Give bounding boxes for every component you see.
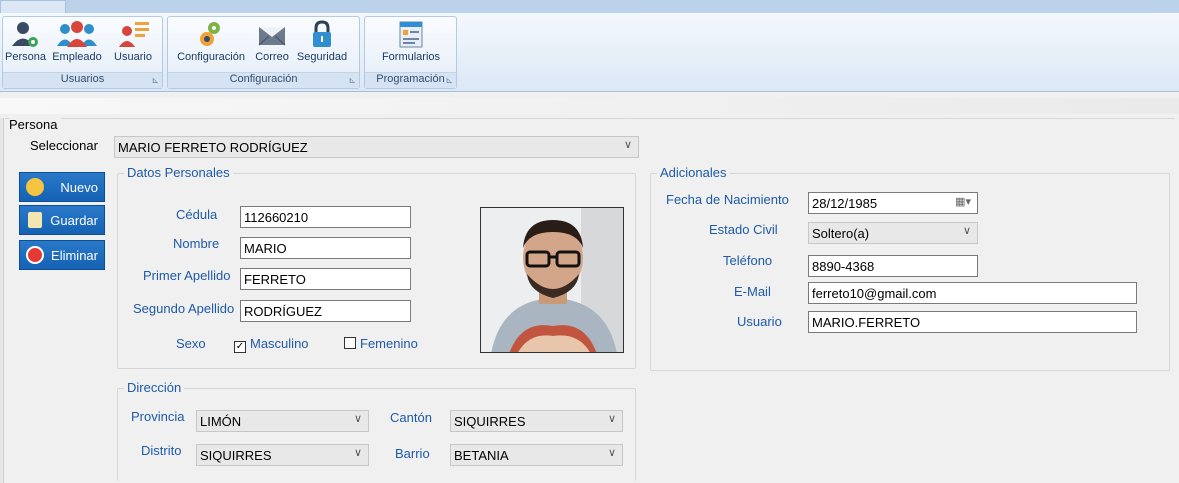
empleado-icon xyxy=(57,21,97,47)
guardar-button-label: Guardar xyxy=(50,213,98,228)
segundo-apellido-field[interactable]: RODRÍGUEZ xyxy=(240,300,411,322)
ribbon-group-title: Usuarios xyxy=(60,73,105,85)
sexo-label: Sexo xyxy=(176,336,206,351)
ribbon-tab-strip xyxy=(0,0,1179,14)
envelope-icon xyxy=(258,27,286,46)
estado-civil-value: Soltero(a) xyxy=(812,226,870,241)
nuevo-button[interactable]: Nuevo xyxy=(19,172,105,202)
gears-icon xyxy=(200,22,220,46)
ribbon-group-programacion: Formularios Programación ⊾ xyxy=(364,16,457,89)
form-icon xyxy=(399,21,423,48)
dialog-launcher-icon[interactable]: ⊾ xyxy=(151,75,159,86)
clipboard-icon xyxy=(28,212,42,228)
toolbar-strip xyxy=(0,98,1179,114)
usuario-icon xyxy=(119,22,149,47)
ribbon: Persona Empleado Usuario Usuarios ⊾ Conf… xyxy=(0,13,1179,92)
usuario-label: Usuario xyxy=(737,314,782,329)
femenino-label: Femenino xyxy=(360,336,418,351)
primer-apellido-label: Primer Apellido xyxy=(143,268,231,283)
ribbon-tab-active[interactable] xyxy=(0,0,66,14)
persona-select[interactable]: MARIO FERRETO RODRÍGUEZ ∨ xyxy=(114,136,639,158)
persona-ribbon-button[interactable]: Persona xyxy=(5,19,46,71)
estado-civil-select[interactable]: Soltero(a) ∨ xyxy=(808,222,978,244)
nombre-field[interactable]: MARIO xyxy=(240,237,411,259)
email-label: E-Mail xyxy=(734,284,771,299)
adicionales-legend: Adicionales xyxy=(657,165,730,180)
correo-ribbon-button[interactable]: Correo xyxy=(252,19,292,71)
distrito-select[interactable]: SIQUIRRES ∨ xyxy=(196,444,369,466)
datos-personales-legend: Datos Personales xyxy=(124,165,233,180)
eliminar-button[interactable]: Eliminar xyxy=(19,240,105,270)
configuracion-ribbon-button[interactable]: Configuración xyxy=(174,19,248,71)
provincia-value: LIMÓN xyxy=(200,414,242,429)
cedula-label: Cédula xyxy=(176,207,218,222)
guardar-button[interactable]: Guardar xyxy=(19,205,105,235)
chevron-down-icon: ∨ xyxy=(623,139,632,151)
dialog-launcher-icon[interactable]: ⊾ xyxy=(445,75,453,86)
fecha-nacimiento-picker[interactable]: 28/12/1985 ▦▾ xyxy=(808,192,978,214)
barrio-value: BETANIA xyxy=(454,448,509,463)
masculino-checkbox[interactable]: ✓ Masculino xyxy=(234,336,309,353)
barrio-select[interactable]: BETANIA ∨ xyxy=(450,444,623,466)
distrito-value: SIQUIRRES xyxy=(200,448,272,463)
persona-icon xyxy=(12,22,38,47)
canton-label: Cantón xyxy=(390,410,432,425)
calendar-icon[interactable]: ▦▾ xyxy=(955,195,971,208)
primer-apellido-field[interactable]: FERRETO xyxy=(240,268,411,290)
ribbon-group-usuarios: Persona Empleado Usuario Usuarios ⊾ xyxy=(2,16,163,89)
provincia-label: Provincia xyxy=(131,409,185,424)
provincia-select[interactable]: LIMÓN ∨ xyxy=(196,410,369,432)
femenino-checkbox[interactable]: Femenino xyxy=(344,336,418,351)
delete-icon xyxy=(26,246,44,264)
canton-select[interactable]: SIQUIRRES ∨ xyxy=(450,410,623,432)
seleccionar-label: Seleccionar xyxy=(30,138,98,153)
usuario-ribbon-button[interactable]: Usuario xyxy=(111,19,155,71)
distrito-label: Distrito xyxy=(141,443,182,458)
persona-divider xyxy=(5,118,1175,119)
chevron-down-icon: ∨ xyxy=(353,413,362,425)
ribbon-group-title: Configuración xyxy=(229,73,298,85)
cedula-field[interactable]: 112660210 xyxy=(240,206,411,228)
telefono-label: Teléfono xyxy=(723,253,773,268)
email-field[interactable]: ferreto10@gmail.com xyxy=(808,282,1137,304)
chevron-down-icon: ∨ xyxy=(607,447,616,459)
fecha-nacimiento-label: Fecha de Nacimiento xyxy=(666,192,789,207)
eliminar-button-label: Eliminar xyxy=(51,248,98,263)
estado-civil-label: Estado Civil xyxy=(709,222,778,237)
chevron-down-icon: ∨ xyxy=(353,447,362,459)
masculino-label: Masculino xyxy=(250,336,309,351)
nuevo-button-label: Nuevo xyxy=(60,180,98,195)
profile-photo[interactable] xyxy=(480,207,624,353)
barrio-label: Barrio xyxy=(395,446,430,461)
formularios-ribbon-button[interactable]: Formularios xyxy=(377,19,445,71)
seguridad-ribbon-button[interactable]: Seguridad xyxy=(294,19,350,71)
empleado-ribbon-button[interactable]: Empleado xyxy=(47,19,107,71)
telefono-field[interactable]: 8890-4368 xyxy=(808,255,978,277)
lock-icon xyxy=(313,20,331,47)
ribbon-group-title: Programación xyxy=(376,73,445,85)
segundo-apellido-label: Segundo Apellido xyxy=(133,301,235,316)
new-icon xyxy=(26,178,44,196)
persona-select-value: MARIO FERRETO RODRÍGUEZ xyxy=(118,140,308,155)
direccion-group: Dirección xyxy=(117,380,636,481)
fecha-nacimiento-value: 28/12/1985 xyxy=(812,196,878,211)
usuario-field[interactable]: MARIO.FERRETO xyxy=(808,311,1137,333)
persona-title: Persona xyxy=(9,117,62,132)
direccion-legend: Dirección xyxy=(124,380,185,395)
canton-value: SIQUIRRES xyxy=(454,414,526,429)
chevron-down-icon: ∨ xyxy=(607,413,616,425)
left-edge xyxy=(0,118,4,483)
person-photo-image xyxy=(481,208,623,352)
ribbon-group-configuracion: Configuración Correo Seguridad Configura… xyxy=(167,16,360,89)
dialog-launcher-icon[interactable]: ⊾ xyxy=(348,75,356,86)
chevron-down-icon: ∨ xyxy=(962,225,971,237)
nombre-label: Nombre xyxy=(173,236,220,251)
masculino-check-icon: ✓ xyxy=(234,341,246,353)
